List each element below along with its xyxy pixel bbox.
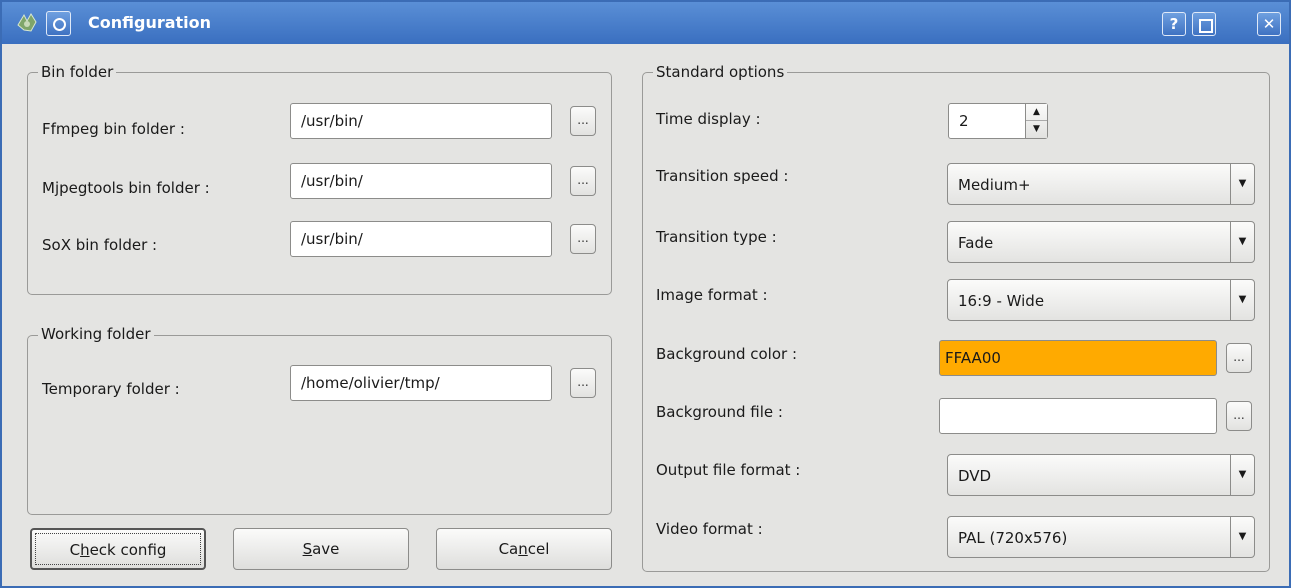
transition-type-combo[interactable]: Fade ▼ [947,221,1255,263]
title-bar[interactable]: Configuration ? ✕ [2,2,1289,44]
mjpegtools-folder-input[interactable]: /usr/bin/ [290,163,552,199]
time-display-value: 2 [959,112,969,130]
arrow-down-icon[interactable]: ▼ [1026,121,1047,138]
output-file-format-value: DVD [958,467,992,485]
check-config-text-b: eck config [89,541,167,559]
check-config-text-a: C [69,541,81,559]
sox-browse-button[interactable]: ... [570,224,596,254]
background-color-browse-button[interactable]: ... [1226,343,1252,373]
standard-options-group-label: Standard options [653,63,788,81]
window-menu-icon[interactable] [46,11,71,36]
time-display-spin-buttons: ▲ ▼ [1025,104,1047,138]
video-format-combo[interactable]: PAL (720x576) ▼ [947,516,1255,558]
save-text-b: ave [312,540,340,558]
check-config-button[interactable]: Check config [30,528,206,570]
cancel-mnemonic: n [518,540,528,558]
background-color-label: Background color : [656,345,798,363]
transition-type-label: Transition type : [656,228,777,246]
chevron-down-icon[interactable]: ▼ [1230,222,1254,262]
app-logo-icon[interactable] [15,11,39,35]
temporary-folder-label: Temporary folder : [42,380,180,398]
standard-options-group [642,72,1270,572]
check-config-mnemonic: h [80,541,90,559]
mjpegtools-browse-button[interactable]: ... [570,166,596,196]
background-file-browse-button[interactable]: ... [1226,401,1252,431]
temporary-browse-button[interactable]: ... [570,368,596,398]
window-title: Configuration [88,13,212,32]
output-file-format-label: Output file format : [656,461,801,479]
help-button[interactable]: ? [1162,12,1186,36]
transition-type-value: Fade [958,234,994,252]
background-color-field[interactable]: FFAA00 [939,340,1217,376]
transition-speed-value: Medium+ [958,176,1031,194]
sox-folder-label: SoX bin folder : [42,236,158,254]
working-folder-group-label: Working folder [38,325,154,343]
video-format-value: PAL (720x576) [958,529,1068,547]
bin-folder-group-label: Bin folder [38,63,117,81]
image-format-value: 16:9 - Wide [958,292,1045,310]
time-display-spinbox[interactable]: 2 ▲ ▼ [948,103,1048,139]
image-format-combo[interactable]: 16:9 - Wide ▼ [947,279,1255,321]
output-file-format-combo[interactable]: DVD ▼ [947,454,1255,496]
sox-folder-input[interactable]: /usr/bin/ [290,221,552,257]
mjpegtools-folder-label: Mjpegtools bin folder : [42,179,210,197]
temporary-folder-input[interactable]: /home/olivier/tmp/ [290,365,552,401]
background-file-label: Background file : [656,403,783,421]
maximize-icon[interactable] [1192,12,1216,36]
save-button[interactable]: Save [233,528,409,570]
arrow-up-icon[interactable]: ▲ [1026,104,1047,121]
chevron-down-icon[interactable]: ▼ [1230,517,1254,557]
chevron-down-icon[interactable]: ▼ [1230,455,1254,495]
close-button[interactable]: ✕ [1257,12,1281,36]
background-file-input[interactable] [939,398,1217,434]
transition-speed-label: Transition speed : [656,167,789,185]
transition-speed-combo[interactable]: Medium+ ▼ [947,163,1255,205]
ffmpeg-browse-button[interactable]: ... [570,106,596,136]
cancel-text-a: Ca [498,540,519,558]
configuration-window: Configuration ? ✕ Bin folder Ffmpeg bin … [0,0,1291,588]
working-folder-group [27,335,612,515]
cancel-text-b: cel [527,540,550,558]
ffmpeg-folder-label: Ffmpeg bin folder : [42,120,185,138]
video-format-label: Video format : [656,520,763,538]
chevron-down-icon[interactable]: ▼ [1230,164,1254,204]
image-format-label: Image format : [656,286,768,304]
cancel-button[interactable]: Cancel [436,528,612,570]
ffmpeg-folder-input[interactable]: /usr/bin/ [290,103,552,139]
time-display-label: Time display : [656,110,761,128]
save-mnemonic: S [302,540,313,558]
chevron-down-icon[interactable]: ▼ [1230,280,1254,320]
